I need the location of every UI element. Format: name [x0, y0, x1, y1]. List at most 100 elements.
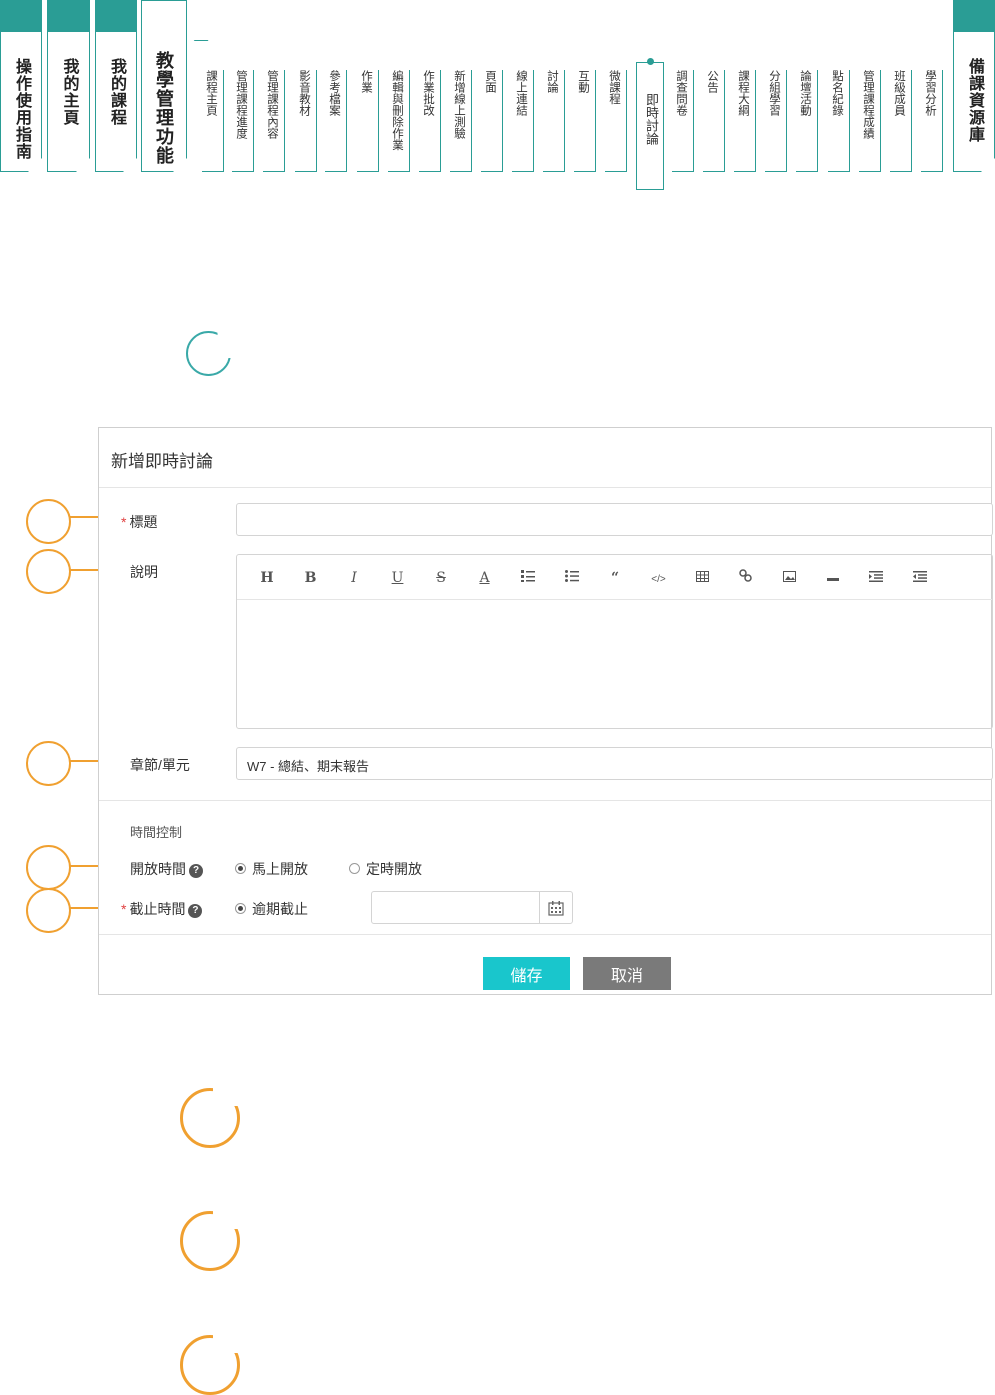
sub-tab-underline: [765, 171, 787, 172]
sub-tab-underline: [543, 171, 565, 172]
sub-tab-divider: [223, 70, 224, 172]
sub-tab-item[interactable]: 新增線上測驗: [450, 70, 472, 172]
radio-checked-icon: [235, 903, 246, 914]
radio-checked-icon: [235, 863, 246, 874]
main-tab-my-courses[interactable]: 我的課程: [95, 0, 137, 172]
orange-marker-chapter: [26, 741, 71, 786]
main-tab-guide[interactable]: 操作使用指南: [0, 0, 42, 172]
sub-tab-item[interactable]: 討論: [543, 70, 565, 172]
sub-tab-item[interactable]: 點名紀錄: [828, 70, 850, 172]
deadline-label-text: 截止時間: [129, 901, 186, 917]
horizontal-rule-icon[interactable]: [820, 567, 846, 587]
strikethrough-icon[interactable]: S: [428, 567, 454, 587]
sub-tab-item[interactable]: 微課程: [605, 70, 627, 172]
sub-tab-item[interactable]: 線上連結: [512, 70, 534, 172]
main-tab-my-home[interactable]: 我的主頁: [47, 0, 90, 172]
sub-tab-divider: [409, 70, 410, 172]
sub-tab-label: 線上連結: [515, 70, 527, 116]
radio-open-scheduled[interactable]: 定時開放: [349, 859, 422, 879]
sub-tab-item[interactable]: 參考檔案: [325, 70, 347, 172]
sub-tab-label: 管理課程內容: [266, 70, 278, 139]
indent-icon[interactable]: [863, 567, 889, 587]
sub-tab-item[interactable]: 班級成員: [890, 70, 912, 172]
divider: [99, 934, 991, 935]
sub-tab-item[interactable]: 頁面: [481, 70, 503, 172]
sub-tab-item[interactable]: 作業批改: [419, 70, 441, 172]
main-tab-label: 我的課程: [108, 58, 125, 126]
sub-tab-item[interactable]: 作業: [357, 70, 379, 172]
sub-tab-label: 點名紀錄: [831, 70, 843, 116]
sub-tab-item[interactable]: 影音教材: [295, 70, 317, 172]
sub-tab-underline: [388, 171, 410, 172]
sub-tab-underline: [605, 171, 627, 172]
description-label: 說明: [130, 564, 158, 580]
sub-tab-underline: [703, 171, 725, 172]
sub-tab-divider: [817, 70, 818, 172]
radio-unchecked-icon: [349, 863, 360, 874]
sub-tab-item[interactable]: 學習分析: [921, 70, 943, 172]
code-icon[interactable]: </>: [646, 567, 672, 587]
sub-tab-divider: [724, 70, 725, 172]
sub-tab-item[interactable]: 管理課程內容: [263, 70, 285, 172]
sub-tab-item[interactable]: 即時討論: [636, 62, 664, 190]
sub-tab-underline: [890, 171, 912, 172]
sub-tab-item[interactable]: 管理課程進度: [232, 70, 254, 172]
sub-tab-label: 討論: [546, 70, 558, 93]
underline-icon[interactable]: U: [385, 567, 411, 587]
orange-marker-step: [180, 1088, 240, 1148]
sub-tab-divider: [595, 70, 596, 172]
sub-tab-label: 互動: [577, 70, 589, 93]
sub-tab-divider: [316, 70, 317, 172]
sub-tab-underline: [295, 171, 317, 172]
radio-deadline-overdue[interactable]: 逾期截止: [235, 899, 308, 919]
sub-tab-item[interactable]: 互動: [574, 70, 596, 172]
sub-tab-underline: [357, 171, 379, 172]
radio-label: 馬上開放: [252, 861, 308, 877]
title-input[interactable]: [236, 503, 993, 536]
required-marker: *: [121, 514, 127, 530]
sub-tab-item[interactable]: 課程大綱: [734, 70, 756, 172]
sub-tab-item[interactable]: 分組學習: [765, 70, 787, 172]
sub-tab-underline: [672, 171, 694, 172]
sub-tab-divider: [502, 70, 503, 172]
sub-tab-item[interactable]: 課程主頁: [202, 70, 224, 172]
help-icon[interactable]: ?: [188, 904, 203, 918]
font-color-icon[interactable]: A: [472, 567, 498, 587]
bold-icon[interactable]: B: [298, 567, 324, 587]
link-icon[interactable]: [733, 567, 759, 587]
required-marker: *: [121, 901, 127, 917]
save-button[interactable]: 儲存: [483, 957, 570, 990]
main-tab-teaching-management[interactable]: 教學管理功能: [141, 0, 187, 172]
main-tab-resource-library[interactable]: 備課資源庫: [953, 0, 995, 172]
italic-icon[interactable]: I: [341, 567, 367, 587]
sub-tab-label: 公告: [706, 70, 718, 93]
sub-tab-item[interactable]: 編輯與刪除作業: [388, 70, 410, 172]
sub-tab-underline: [512, 171, 534, 172]
unordered-list-icon[interactable]: [559, 567, 585, 587]
title-label-text: 標題: [129, 514, 158, 530]
sub-tab-item[interactable]: 公告: [703, 70, 725, 172]
outdent-icon[interactable]: [907, 567, 933, 587]
ordered-list-icon[interactable]: [515, 567, 541, 587]
sub-tab-divider: [849, 70, 850, 172]
help-icon[interactable]: ?: [189, 864, 203, 878]
sub-tab-label: 調查問卷: [675, 70, 687, 116]
dialog-title: 新增即時討論: [111, 452, 213, 471]
calendar-icon[interactable]: [539, 892, 572, 923]
image-icon[interactable]: [776, 567, 802, 587]
deadline-date-input[interactable]: [371, 891, 573, 924]
heading-icon[interactable]: H: [254, 567, 280, 587]
sub-tab-item[interactable]: 管理課程成績: [859, 70, 881, 172]
sub-tab-item[interactable]: 調查問卷: [672, 70, 694, 172]
sub-tab-underline: [232, 171, 254, 172]
chapter-select[interactable]: W7 - 總結、期末報告: [236, 747, 993, 780]
sub-tab-item[interactable]: 論壇活動: [796, 70, 818, 172]
cancel-button[interactable]: 取消: [583, 957, 671, 990]
quote-icon[interactable]: “: [602, 567, 628, 587]
sub-tab-divider: [880, 70, 881, 172]
radio-open-now[interactable]: 馬上開放: [235, 859, 308, 879]
main-tab-label: 我的主頁: [60, 58, 78, 126]
table-icon[interactable]: [689, 567, 715, 587]
description-editor[interactable]: H B I U S A “ </>: [236, 554, 993, 729]
radio-label: 定時開放: [366, 861, 422, 877]
